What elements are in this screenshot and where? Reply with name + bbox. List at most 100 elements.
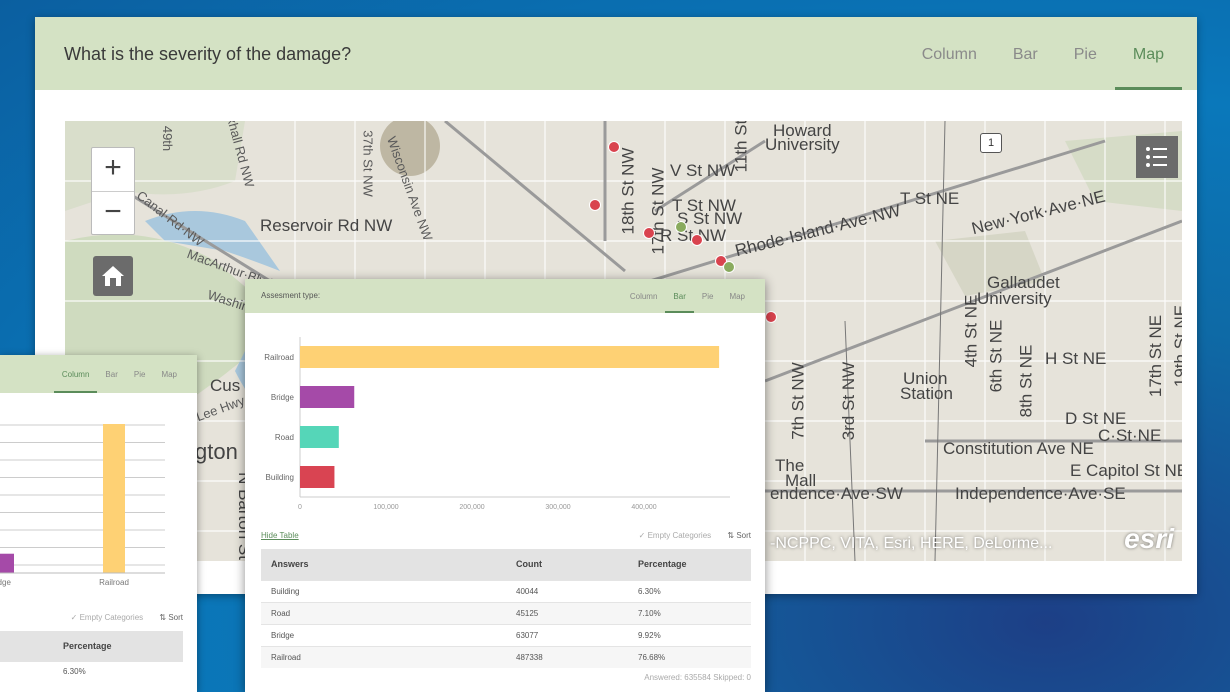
cell-percentage: 76.68% [628,645,751,668]
tab-pie[interactable]: Pie [1056,17,1115,90]
column-chart: ridge Railroad [0,424,165,587]
map-label-e-capitol: E Capitol St NE [1070,461,1182,480]
map-label-gallaudet-univ: University [977,289,1052,308]
tab-column[interactable]: Column [53,355,98,393]
sort-button[interactable]: ⇅ Sort [727,531,751,540]
map-label-station: Station [900,384,953,403]
category-label: Building [266,473,294,482]
empty-categories-toggle[interactable]: ✓ Empty Categories [71,613,144,622]
cell-count: 487338 [506,645,628,668]
cell-count: 63077 [506,623,628,646]
bar-chart: Railroad Bridge Road Building 0 100,000 200,00… [264,337,730,511]
answered-summary: Answered: 635584 Skipped: 0 [644,673,751,682]
column-bar [0,553,14,573]
bar [300,346,720,368]
sort-label: Sort [168,613,183,622]
map-pin[interactable] [765,311,777,323]
tab-map[interactable]: Map [721,279,753,313]
tab-pie[interactable]: Pie [126,355,154,393]
zoom-control: + − [91,147,135,235]
bar [300,386,355,408]
tab-pie[interactable]: Pie [694,279,722,313]
zoom-in-button[interactable]: + [92,148,134,191]
left-controls: ✓ Empty Categories ⇅ Sort [71,613,183,622]
esri-logo: esri [1124,523,1174,554]
center-controls: ✓ Empty Categories ⇅ Sort [639,531,751,540]
map-pin[interactable] [643,227,655,239]
x-tick-label: 0 [298,504,302,511]
empty-categories-toggle[interactable]: ✓ Empty Categories [639,531,712,540]
tab-bar[interactable]: Bar [665,279,695,313]
zoom-out-button[interactable]: − [92,191,134,234]
category-label: Railroad [99,578,129,587]
cell-answer: Railroad [261,645,506,668]
map-pin[interactable] [608,141,620,153]
answers-table: Answers Count Percentage Building 40044 … [261,549,751,668]
answers-table-wrap: Answers Count Percentage Building 40044 … [261,549,751,668]
table-row: Railroad 487338 76.68% [261,645,751,668]
col-percentage[interactable]: Percentage [628,549,751,580]
category-label: ridge [0,578,11,587]
sort-label: Sort [736,531,751,540]
cell-answer: Building [261,579,506,602]
x-tick-label: 300,000 [545,504,570,511]
category-label: Road [275,433,294,442]
sort-button[interactable]: ⇅ Sort [159,613,183,622]
map-label-howard-univ: University [765,135,840,154]
map-label-reservoir: Reservoir Rd NW [260,216,393,235]
map-label-mall: Mall [785,471,817,490]
map-label-independence-se: Independence·Ave·SE [955,484,1126,503]
col-count[interactable]: Count [506,549,628,580]
route-shield-icon: 1 [980,133,1002,153]
column-bar [103,424,125,573]
tab-column[interactable]: Column [904,17,995,90]
map-label-19th-ne: 19th St NE [1171,304,1182,388]
table-header-row: Answers Count Percentage [261,549,751,580]
empty-categories-label: Empty Categories [647,531,712,540]
map-label-11th: 11th St [731,121,751,173]
map-label-17th-ne: 17th St NE [1146,314,1166,398]
bar [300,426,339,448]
hide-table-link[interactable]: Hide Table [261,531,299,540]
tab-bar[interactable]: Bar [97,355,125,393]
home-button[interactable] [93,256,133,296]
map-label-8th-ne: 8th St NE [1016,344,1036,418]
bar-chart-card: Assesment type: Column Bar Pie Map Railr… [245,279,765,692]
map-label-6th-ne: 6th St NE [986,319,1006,393]
left-table-header: Percentage [0,631,183,662]
column-chart-card: Column Bar Pie Map ridge Railroad ✓ Empty… [0,355,197,692]
tab-bar[interactable]: Bar [995,17,1056,90]
map-label-h-st-ne: H St NE [1045,349,1107,368]
x-tick-label: 400,000 [631,504,656,511]
map-label-t-st-ne: T St NE [900,189,960,208]
map-label-cus: Cus [210,376,241,395]
left-table-cell: 6.30% [63,667,86,676]
map-pin[interactable] [723,261,735,273]
cell-percentage: 7.10% [628,601,751,624]
tab-column[interactable]: Column [622,279,666,313]
cell-answer: Bridge [261,623,506,646]
map-label-constitution: Constitution Ave NE [943,439,1094,458]
map-label-17th: 17th St NW [648,167,668,255]
table-row: Building 40044 6.30% [261,579,751,602]
map-label-washington: gton [195,439,238,464]
center-card-tabs: Column Bar Pie Map [622,279,753,313]
question-title: What is the severity of the damage? [64,44,352,64]
home-icon [102,266,124,286]
map-pin[interactable] [691,234,703,246]
map-label-v-st-nw: V St NW [670,161,736,180]
cell-percentage: 6.30% [628,579,751,602]
category-label: Railroad [264,353,294,362]
tab-map[interactable]: Map [1114,17,1183,90]
map-pin[interactable] [589,199,601,211]
col-answers[interactable]: Answers [261,549,506,580]
map-label-4th-ne: 4th St NE [961,294,981,368]
map-label-3rd-nw: 3rd St NW [839,361,859,441]
legend-button[interactable] [1136,136,1178,178]
cell-answer: Road [261,601,506,624]
left-card-tabs: Column Bar Pie Map [53,355,185,393]
map-pin[interactable] [675,221,687,233]
cell-percentage: 9.92% [628,623,751,646]
tab-map[interactable]: Map [153,355,185,393]
bar [300,466,335,488]
